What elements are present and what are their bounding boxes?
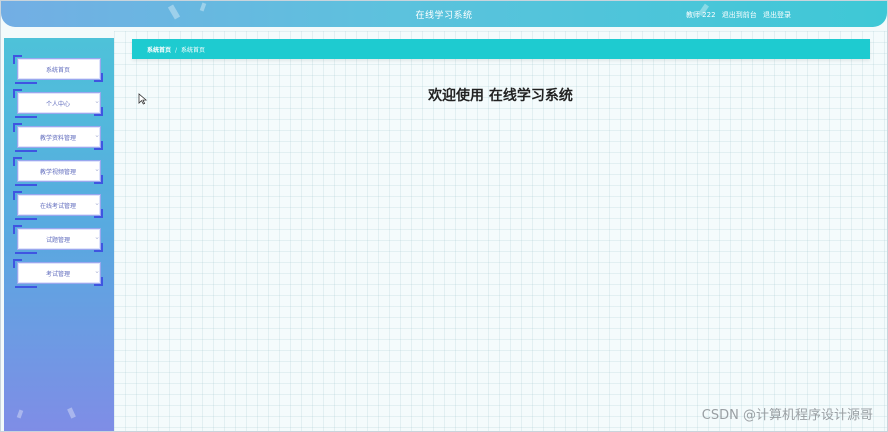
sidebar-item-label: 试题管理	[45, 237, 70, 244]
watermark: CSDN @计算机程序设计源哥	[701, 408, 873, 423]
sidebar-item-teaching-videos[interactable]: 教学视频管理 ⌄	[13, 157, 103, 186]
breadcrumb-current: 系统首页	[181, 47, 206, 54]
sidebar-decoration	[67, 407, 76, 419]
menu-item-corner	[13, 123, 22, 132]
sidebar-item-teaching-materials[interactable]: 教学资料管理 ⌄	[13, 123, 103, 152]
menu-item-underline	[15, 82, 37, 84]
menu-item-corner	[94, 209, 103, 218]
sidebar-item-questions[interactable]: 试题管理 ⌄	[13, 225, 103, 254]
sidebar-item-label: 教学资料管理	[39, 135, 76, 142]
sidebar-item-exam-management[interactable]: 考试管理 ⌄	[13, 259, 103, 288]
chevron-down-icon: ⌄	[94, 131, 100, 139]
sidebar-item-personal-center[interactable]: 个人中心 ⌄	[13, 89, 103, 118]
sidebar-item-home[interactable]: 系统首页	[13, 55, 103, 84]
menu-item-corner	[94, 243, 103, 252]
menu-item-underline	[15, 116, 37, 118]
menu-item-underline	[15, 218, 37, 220]
chevron-down-icon: ⌄	[94, 97, 100, 105]
chevron-down-icon: ⌄	[94, 199, 100, 207]
sidebar-decoration	[16, 409, 24, 419]
top-header: 在线学习系统 教师 222 退出到前台 退出登录	[1, 1, 887, 27]
breadcrumb: 系统首页 / 系统首页	[132, 39, 870, 59]
menu-item-corner	[13, 191, 22, 200]
menu-item-corner	[13, 225, 22, 234]
app-window: 在线学习系统 教师 222 退出到前台 退出登录 系统首页 个人中心 ⌄ 教学资…	[0, 0, 888, 432]
breadcrumb-separator: /	[175, 47, 178, 54]
menu-item-underline	[15, 150, 37, 152]
breadcrumb-inner: 系统首页 / 系统首页	[147, 45, 205, 54]
exit-to-front-link[interactable]: 退出到前台	[722, 11, 757, 19]
breadcrumb-home-link[interactable]: 系统首页	[147, 47, 171, 54]
sidebar-item-label: 在线考试管理	[39, 203, 76, 210]
sidebar-item-label: 系统首页	[45, 67, 70, 74]
chevron-down-icon: ⌄	[94, 233, 100, 241]
welcome-heading: 欢迎使用 在线学习系统	[428, 88, 573, 104]
menu-item-corner	[13, 89, 22, 98]
menu-item-underline	[15, 286, 37, 288]
menu-item-corner	[94, 107, 103, 116]
sidebar-item-label: 教学视频管理	[39, 169, 76, 176]
user-label: 教师 222	[685, 11, 716, 19]
menu-item-underline	[15, 184, 37, 186]
menu-item-corner	[13, 259, 22, 268]
menu-item-corner	[13, 157, 22, 166]
menu-item-corner	[94, 175, 103, 184]
logout-link[interactable]: 退出登录	[763, 11, 791, 19]
menu-item-corner	[94, 277, 103, 286]
sidebar-item-online-exams[interactable]: 在线考试管理 ⌄	[13, 191, 103, 220]
sidebar: 系统首页 个人中心 ⌄ 教学资料管理 ⌄ 教学视频管理 ⌄ 在线考试管理 ⌄ 试…	[4, 38, 114, 431]
menu-item-corner	[94, 141, 103, 150]
menu-item-corner	[94, 73, 103, 82]
sidebar-item-label: 个人中心	[45, 101, 70, 108]
main-content: 系统首页 / 系统首页 欢迎使用 在线学习系统 CSDN @计算机程序设计源哥	[114, 31, 887, 431]
chevron-down-icon: ⌄	[94, 267, 100, 275]
chevron-down-icon: ⌄	[94, 165, 100, 173]
user-bar: 教师 222 退出到前台 退出登录	[686, 10, 791, 20]
menu-item-corner	[13, 55, 22, 64]
menu-item-underline	[15, 252, 37, 254]
sidebar-item-label: 考试管理	[45, 271, 70, 278]
